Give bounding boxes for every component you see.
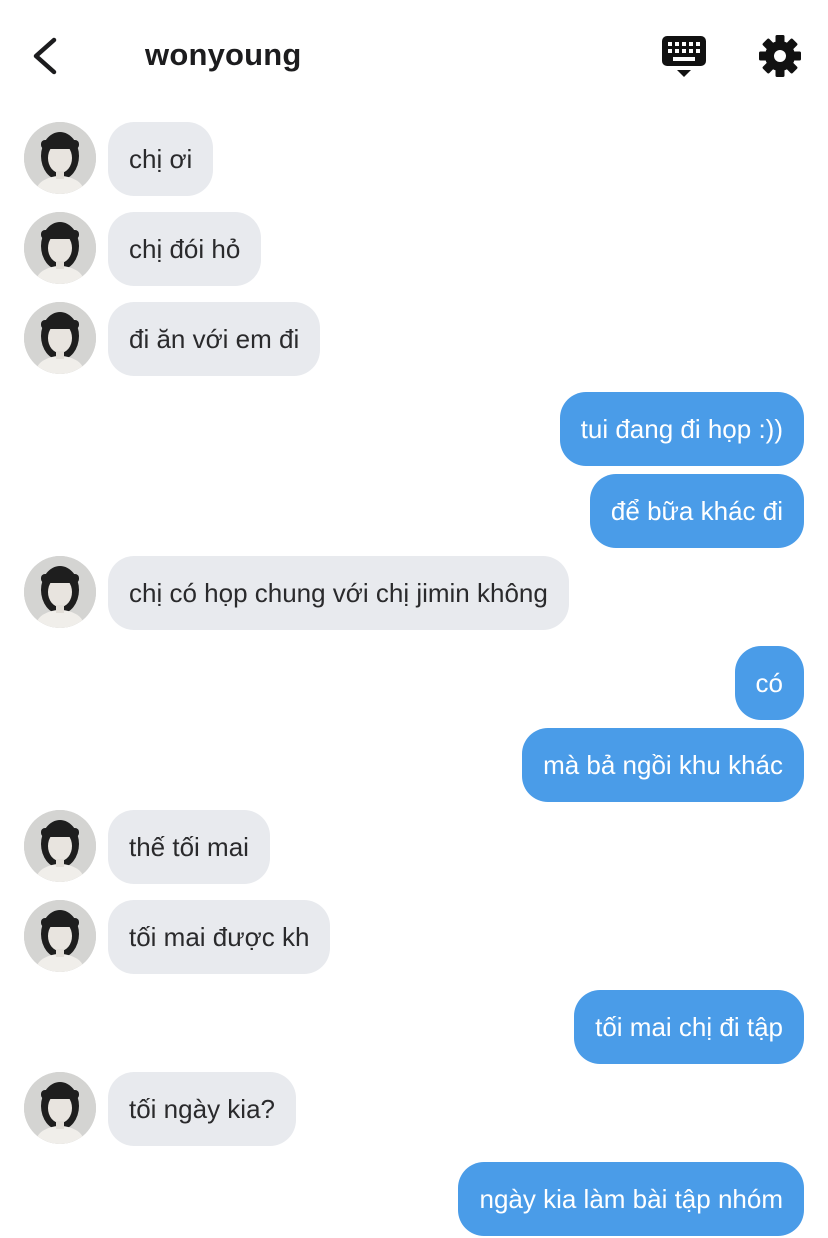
- message-bubble[interactable]: mà bả ngồi khu khác: [522, 728, 804, 802]
- message-bubble[interactable]: ngày kia làm bài tập nhóm: [458, 1162, 804, 1236]
- message-row: tối ngày kia?: [0, 1072, 828, 1146]
- message-bubble[interactable]: tối mai chị đi tập: [574, 990, 804, 1064]
- message-bubble[interactable]: thế tối mai: [108, 810, 270, 884]
- message-row: thế tối mai: [0, 810, 828, 884]
- message-bubble[interactable]: có: [734, 646, 804, 720]
- message-row: tối mai chị đi tập: [0, 990, 828, 1064]
- message-row: ngày kia làm bài tập nhóm: [0, 1162, 828, 1236]
- message-row: có: [0, 646, 828, 720]
- conversation-title: wonyoung: [145, 37, 302, 72]
- message-bubble[interactable]: tối mai được kh: [108, 900, 331, 974]
- message-row: đi ăn với em đi: [0, 302, 828, 376]
- message-row: chị có họp chung với chị jimin không: [0, 556, 828, 630]
- message-row: mà bả ngồi khu khác: [0, 728, 828, 802]
- message-row: chị ơi: [0, 122, 828, 196]
- message-bubble[interactable]: chị ơi: [108, 122, 214, 196]
- chevron-left-icon: [33, 37, 57, 75]
- keyboard-button[interactable]: [660, 34, 708, 80]
- avatar[interactable]: [24, 212, 96, 284]
- chat-header: wonyoung: [0, 0, 828, 112]
- settings-button[interactable]: [758, 34, 802, 78]
- avatar[interactable]: [24, 810, 96, 882]
- message-bubble[interactable]: đi ăn với em đi: [108, 302, 321, 376]
- avatar[interactable]: [24, 556, 96, 628]
- message-bubble[interactable]: chị có họp chung với chị jimin không: [108, 556, 569, 630]
- avatar[interactable]: [24, 1072, 96, 1144]
- avatar[interactable]: [24, 122, 96, 194]
- message-row: tối mai được kh: [0, 900, 828, 974]
- keyboard-icon: [662, 36, 706, 77]
- gear-icon: [759, 35, 801, 77]
- message-bubble[interactable]: chị đói hỏ: [108, 212, 262, 286]
- back-button[interactable]: [26, 34, 66, 78]
- avatar[interactable]: [24, 302, 96, 374]
- message-bubble[interactable]: để bữa khác đi: [589, 474, 804, 548]
- message-bubble[interactable]: tối ngày kia?: [108, 1072, 296, 1146]
- message-bubble[interactable]: tui đang đi họp :)): [559, 392, 804, 466]
- message-row: chị đói hỏ: [0, 212, 828, 286]
- message-row: để bữa khác đi: [0, 474, 828, 548]
- avatar[interactable]: [24, 900, 96, 972]
- message-row: tui đang đi họp :)): [0, 392, 828, 466]
- message-list[interactable]: chị ơi chị đói hỏ đi ăn với em đi tui đa…: [0, 112, 828, 1238]
